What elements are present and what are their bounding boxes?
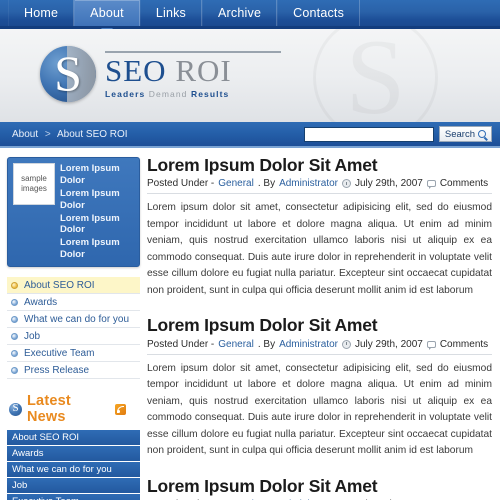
breadcrumb-current: About SEO ROI [57,128,128,140]
list-item[interactable]: Lorem Ipsum Dolor [60,163,134,187]
news-s-icon: S [9,402,22,416]
list-item[interactable]: Job [7,478,140,493]
sidebar-item-label: About SEO ROI [24,279,95,291]
list-item[interactable]: Executive Team [7,494,140,500]
meta-category-link[interactable]: General [218,339,254,350]
breadcrumb: About > About SEO ROI [12,129,128,140]
comment-bubble-icon [426,180,436,190]
nav-tab-contacts[interactable]: Contacts [277,0,361,26]
sample-image-caption-line1: sample [21,174,47,183]
article: Lorem Ipsum Dolor Sit Amet Posted Under … [147,316,492,459]
logo-title: SEO ROI [105,53,281,89]
nav-tab-links[interactable]: Links [139,0,203,26]
latest-news-title: Latest News [27,393,71,425]
list-item[interactable]: Lorem Ipsum Dolor [60,237,134,261]
sidebar-menu: About SEO ROI Awards What we can do for … [7,277,140,379]
meta-posted-under-label: Posted Under - [147,178,215,190]
search-button[interactable]: Search [438,126,492,142]
sidebar-item-executive-team[interactable]: Executive Team [7,345,140,362]
bullet-icon [11,332,18,340]
breadcrumb-parent[interactable]: About [12,129,38,140]
tagline-word-results: Results [190,88,230,99]
sidebar-item-label: Press Release [24,364,90,376]
list-item[interactable]: About SEO ROI [7,430,140,445]
meta-date: July 29th, 2007 [354,178,423,190]
article-meta: Posted Under - General . By Administrato… [147,339,492,355]
meta-comments-link[interactable]: Comments [440,178,488,189]
list-item[interactable]: Lorem Ipsum Dolor [60,188,134,212]
site-header: S S SEO ROI Leaders Demand Results [0,29,500,122]
meta-comments-link[interactable]: Comments [440,339,488,350]
sidebar-item-label: What we can do for you [24,313,130,325]
meta-by-label: . By [257,338,276,350]
site-logo[interactable]: S SEO ROI Leaders Demand Results [40,46,281,102]
sidebar-item-label: Job [24,330,41,342]
sample-images-box: sample images Lorem Ipsum Dolor Lorem Ip… [7,157,140,267]
bullet-icon [11,315,18,323]
watermark-s-icon: S [313,29,438,122]
main-content: Lorem Ipsum Dolor Sit Amet Posted Under … [140,148,500,500]
list-item[interactable]: Lorem Ipsum Dolor [60,213,134,237]
sidebar-item-awards[interactable]: Awards [7,294,140,311]
logo-title-roi: ROI [175,53,232,89]
article-body: Lorem ipsum dolor sit amet, consectetur … [147,362,492,457]
bullet-icon [11,366,18,374]
sample-image-caption-line2: images [21,184,47,193]
article-title[interactable]: Lorem Ipsum Dolor Sit Amet [147,476,492,496]
logo-s-icon: S [40,46,96,102]
sidebar-item-about-seo-roi[interactable]: About SEO ROI [7,277,140,294]
tagline-word-demand: Demand [148,88,188,99]
page-body: sample images Lorem Ipsum Dolor Lorem Ip… [0,148,500,500]
search-button-label: Search [444,128,475,140]
sample-image-placeholder: sample images [13,163,55,205]
clock-icon [341,179,351,189]
sidebar-item-job[interactable]: Job [7,328,140,345]
news-logo-letter: S [12,402,19,415]
list-item[interactable]: What we can do for you [7,462,140,477]
logo-title-seo: SEO [105,53,167,89]
bullet-icon [11,281,18,289]
logo-letter: S [54,46,82,101]
bullet-icon [11,349,18,357]
meta-category-link[interactable]: General [218,178,254,189]
article-title[interactable]: Lorem Ipsum Dolor Sit Amet [147,316,492,336]
magnifier-icon [478,130,486,138]
sample-links-list: Lorem Ipsum Dolor Lorem Ipsum Dolor Lore… [60,163,134,261]
latest-news-header: S Latest News [9,393,140,425]
meta-posted-under-label: Posted Under - [147,338,215,350]
search-input[interactable] [303,126,434,142]
bullet-icon [11,298,18,306]
meta-author-link[interactable]: Administrator [279,178,338,189]
comment-bubble-icon [426,340,436,350]
article-title[interactable]: Lorem Ipsum Dolor Sit Amet [147,155,492,175]
nav-tab-archive[interactable]: Archive [202,0,278,26]
breadcrumb-separator: > [44,128,51,140]
rss-icon[interactable] [115,403,126,415]
meta-author-link[interactable]: Administrator [279,339,338,350]
article-meta: Posted Under - General . By Administrato… [147,178,492,195]
sidebar: sample images Lorem Ipsum Dolor Lorem Ip… [0,148,140,500]
meta-by-label: . By [257,178,276,190]
nav-tab-home[interactable]: Home [8,0,75,26]
meta-date: July 29th, 2007 [354,338,423,350]
sidebar-item-label: Awards [24,296,58,308]
list-item[interactable]: Awards [7,446,140,461]
nav-tab-about[interactable]: About [74,0,140,35]
top-navigation-bar: Home About Links Archive Contacts [0,0,500,35]
sidebar-item-label: Executive Team [24,347,95,359]
breadcrumb-bar: About > About SEO ROI Search [0,122,500,148]
latest-news-list: About SEO ROI Awards What we can do for … [7,430,140,500]
sidebar-item-press-release[interactable]: Press Release [7,362,140,379]
sidebar-item-what-we-can-do-for-you[interactable]: What we can do for you [7,311,140,328]
article-body: Lorem ipsum dolor sit amet, consectetur … [147,202,492,296]
tagline-word-leaders: Leaders [105,88,146,99]
article: Lorem Ipsum Dolor Sit Amet Posted Under … [147,155,492,299]
clock-icon [341,339,351,349]
article: Lorem Ipsum Dolor Sit Amet Posted Under … [147,476,492,500]
logo-tagline: Leaders Demand Results [105,89,281,99]
search-area: Search [303,126,492,142]
logo-text-block: SEO ROI Leaders Demand Results [105,49,281,99]
